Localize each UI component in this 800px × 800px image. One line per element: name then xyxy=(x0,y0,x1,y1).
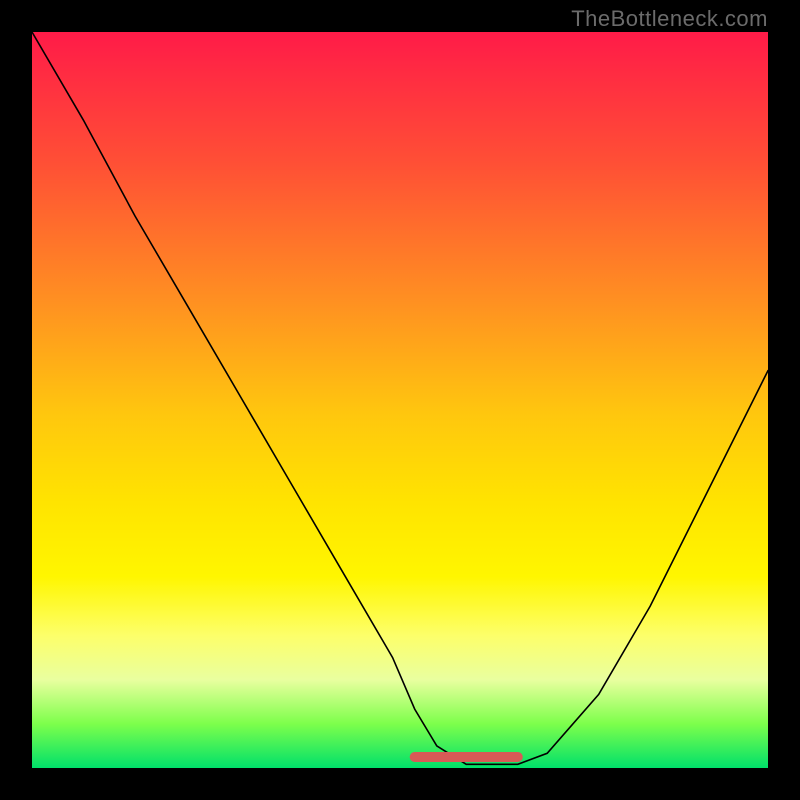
chart-svg xyxy=(32,32,768,768)
bottleneck-curve xyxy=(32,32,768,764)
chart-stage: TheBottleneck.com xyxy=(0,0,800,800)
chart-plot-area xyxy=(32,32,768,768)
source-watermark: TheBottleneck.com xyxy=(571,6,768,32)
